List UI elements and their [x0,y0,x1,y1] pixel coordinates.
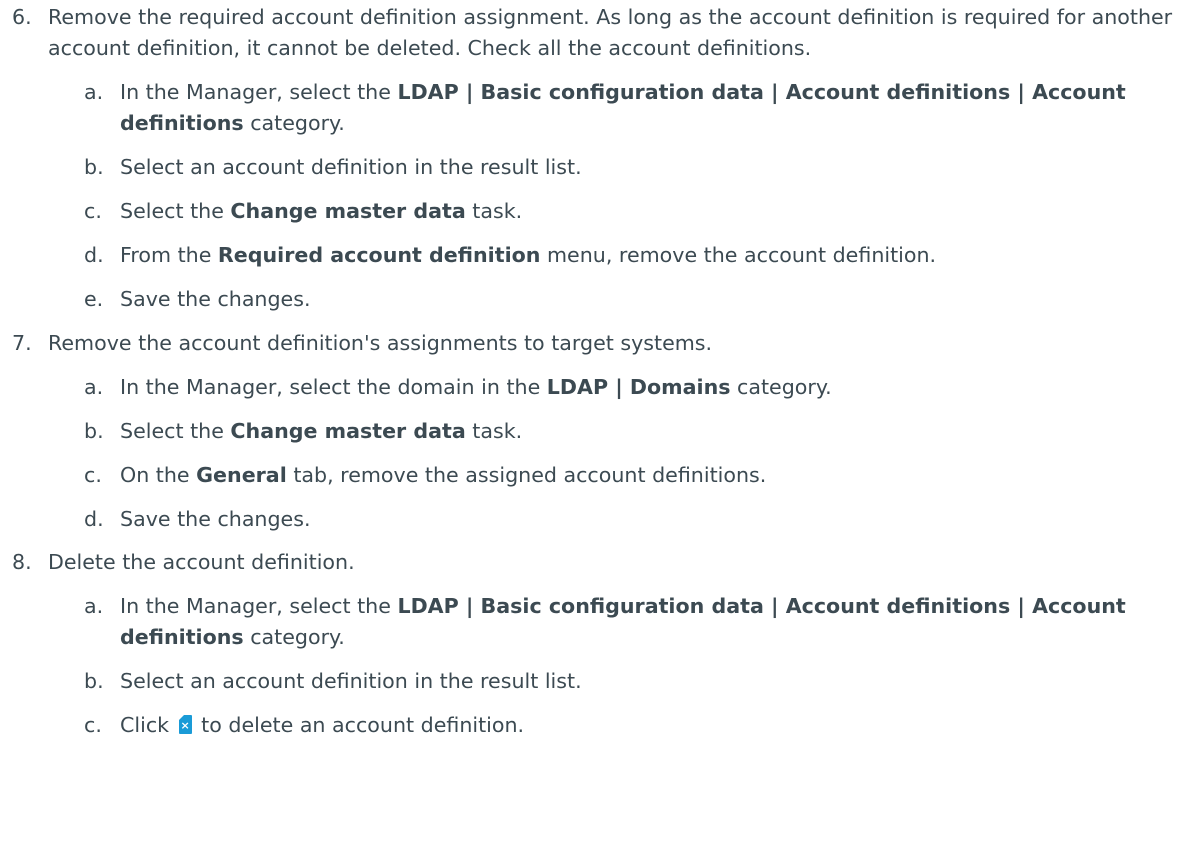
substep-list: a. In the Manager, select the domain in … [48,372,1180,535]
substep-text: From the [120,243,218,267]
substep-letter: c. [84,713,102,737]
substep-text: tab, remove the assigned account definit… [286,463,767,487]
substep-7d: d. Save the changes. [84,504,1180,535]
substep-text: task. [465,199,523,223]
substep-text: Select an account definition in the resu… [120,155,582,179]
substep-letter: b. [84,155,104,179]
ui-menu-name: Required account definition [217,243,541,267]
substep-6b: b. Select an account definition in the r… [84,152,1180,183]
substep-text: to delete an account definition. [194,713,525,737]
substep-text: task. [465,419,523,443]
document-page: 6. Remove the required account definitio… [0,0,1182,847]
substep-text: In the Manager, select the domain in the [120,375,547,399]
substep-text: Select the [120,199,231,223]
procedure-steps: 6. Remove the required account definitio… [12,2,1180,741]
substep-letter: b. [84,419,104,443]
substep-text: Save the changes. [120,287,311,311]
ui-path: LDAP | Domains [546,375,731,399]
delete-x-mark: × [180,719,190,732]
substep-list: a. In the Manager, select the LDAP | Bas… [48,77,1180,315]
substep-letter: e. [84,287,104,311]
substep-text: In the Manager, select the [120,594,398,618]
ui-tab-name: General [196,463,287,487]
substep-text: Click [120,713,176,737]
substep-8c: c. Click × to delete an account definiti… [84,710,1180,741]
step-7: 7. Remove the account definition's assig… [12,328,1180,535]
substep-list: a. In the Manager, select the LDAP | Bas… [48,591,1180,741]
step-text: Remove the required account definition a… [48,5,1173,60]
substep-text: Select the [120,419,231,443]
step-text: Remove the account definition's assignme… [48,331,713,355]
step-number: 6. [12,5,32,29]
substep-7a: a. In the Manager, select the domain in … [84,372,1180,403]
delete-account-definition-icon: × [177,715,193,735]
substep-text: menu, remove the account definition. [540,243,937,267]
step-8: 8. Delete the account definition. a. In … [12,547,1180,741]
step-number: 7. [12,331,32,355]
ui-task-name: Change master data [230,199,466,223]
substep-6a: a. In the Manager, select the LDAP | Bas… [84,77,1180,139]
substep-letter: a. [84,80,104,104]
step-text: Delete the account definition. [48,550,355,574]
substep-letter: c. [84,463,102,487]
substep-letter: b. [84,669,104,693]
substep-text: Save the changes. [120,507,311,531]
substep-text: In the Manager, select the [120,80,398,104]
substep-letter: a. [84,594,104,618]
substep-7b: b. Select the Change master data task. [84,416,1180,447]
substep-text: category. [730,375,832,399]
step-number: 8. [12,550,32,574]
substep-letter: d. [84,243,104,267]
step-6: 6. Remove the required account definitio… [12,2,1180,315]
substep-text: category. [243,111,345,135]
substep-letter: a. [84,375,104,399]
substep-text: category. [243,625,345,649]
substep-letter: c. [84,199,102,223]
substep-8a: a. In the Manager, select the LDAP | Bas… [84,591,1180,653]
substep-8b: b. Select an account definition in the r… [84,666,1180,697]
substep-text: Select an account definition in the resu… [120,669,582,693]
substep-6c: c. Select the Change master data task. [84,196,1180,227]
substep-7c: c. On the General tab, remove the assign… [84,460,1180,491]
substep-6e: e. Save the changes. [84,284,1180,315]
substep-letter: d. [84,507,104,531]
substep-text: On the [120,463,197,487]
substep-6d: d. From the Required account definition … [84,240,1180,271]
ui-task-name: Change master data [230,419,466,443]
